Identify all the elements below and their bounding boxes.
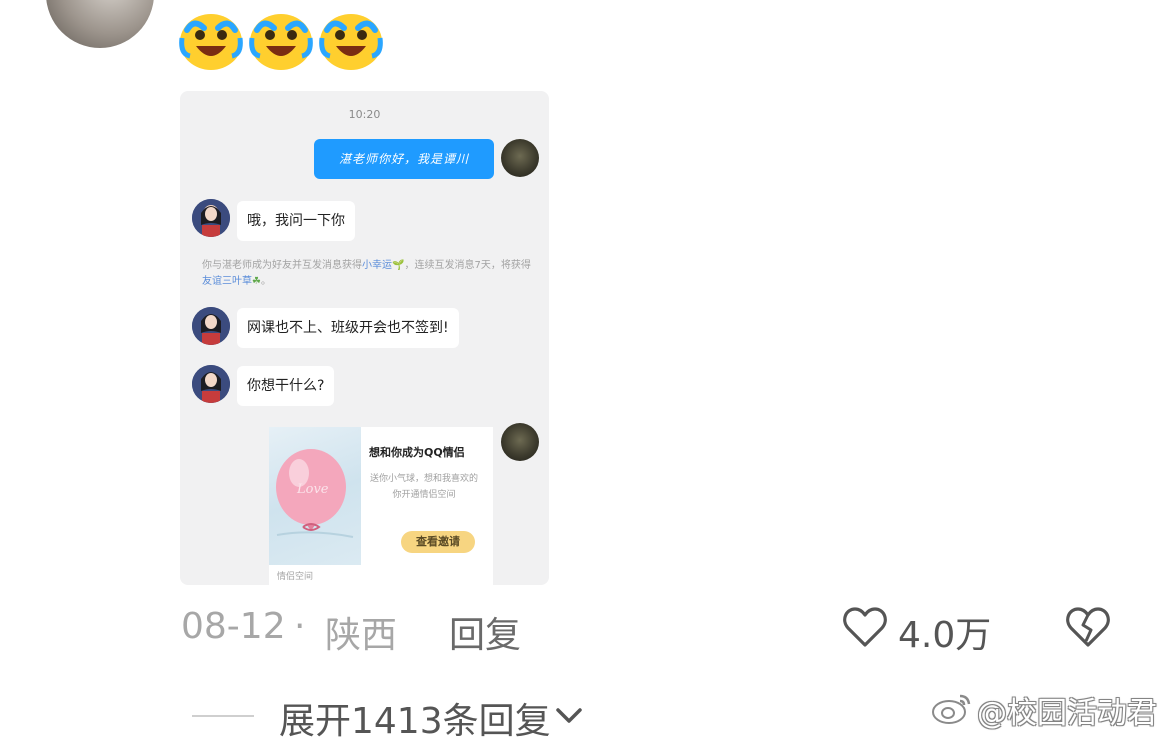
teacher-message-bubble: 你想干什么? [237,366,335,406]
self-message-bubble: 湛老师你好，我是谭川 [314,139,494,179]
chevron-down-icon[interactable] [554,704,584,728]
teacher-avatar [192,307,230,345]
self-avatar [501,423,539,461]
like-count: 4.0万 [898,615,992,656]
comment-location: 陕西 [325,615,398,656]
notice-text: ，连续互发消息7天，将获得 [404,260,531,271]
reply-button[interactable]: 回复 [449,606,521,658]
heart-icon[interactable] [843,606,887,648]
teacher-message-bubble: 哦，我问一下你 [237,201,355,241]
notice-text: 。 [260,276,271,287]
balloon-label: Love [296,482,329,497]
sprout-icon: 🌱 [392,260,405,271]
weibo-logo-icon [932,694,971,724]
crying-laughing-emoji-icon [179,14,243,70]
notice-text: 你与湛老师成为好友并互发消息获得 [202,260,362,271]
clover-icon: ☘ [252,276,261,287]
balloon-icon: Love [276,449,354,538]
expand-divider [192,715,254,717]
comment-date: 08-12 [181,606,286,647]
card-description: 送你小气球，想和我喜欢的你开通情侣空间 [369,474,478,500]
view-invite-button[interactable]: 查看邀请 [401,531,475,553]
emoji-row [178,8,384,72]
commenter-avatar[interactable] [46,0,154,48]
teacher-avatar [192,365,230,403]
lucky-link[interactable]: 小幸运 [362,260,392,271]
teacher-avatar [192,199,230,237]
chat-screenshot-image[interactable]: 10:20 湛老师你好，我是谭川 哦，我问一下你 你与湛老师成为好友并互发消息获… [180,91,549,585]
card-title: 想和你成为QQ情侣 [369,446,465,459]
broken-heart-icon[interactable] [1066,606,1110,648]
watermark: @校园活动君 [977,696,1157,731]
expand-replies-link[interactable]: 展开1413条回复 [279,692,551,744]
self-avatar [501,139,539,177]
crying-laughing-emoji-icon [319,14,383,70]
system-notice: 你与湛老师成为好友并互发消息获得小幸运🌱，连续互发消息7天，将获得友谊三叶草☘。 [202,258,532,290]
balloon-image: Love [269,427,361,565]
teacher-message-bubble: 网课也不上、班级开会也不签到! [237,308,459,348]
clover-link[interactable]: 友谊三叶草 [202,276,252,287]
chat-time: 10:20 [348,108,381,121]
card-footer: 情侣空间 [277,572,314,582]
crying-laughing-emoji-icon [249,14,313,70]
meta-separator: · [294,606,306,647]
couple-invite-card[interactable]: Love 想和你成为QQ情侣 送你小气球，想和我喜欢的你开通情侣空间 查看邀请 … [269,427,493,585]
